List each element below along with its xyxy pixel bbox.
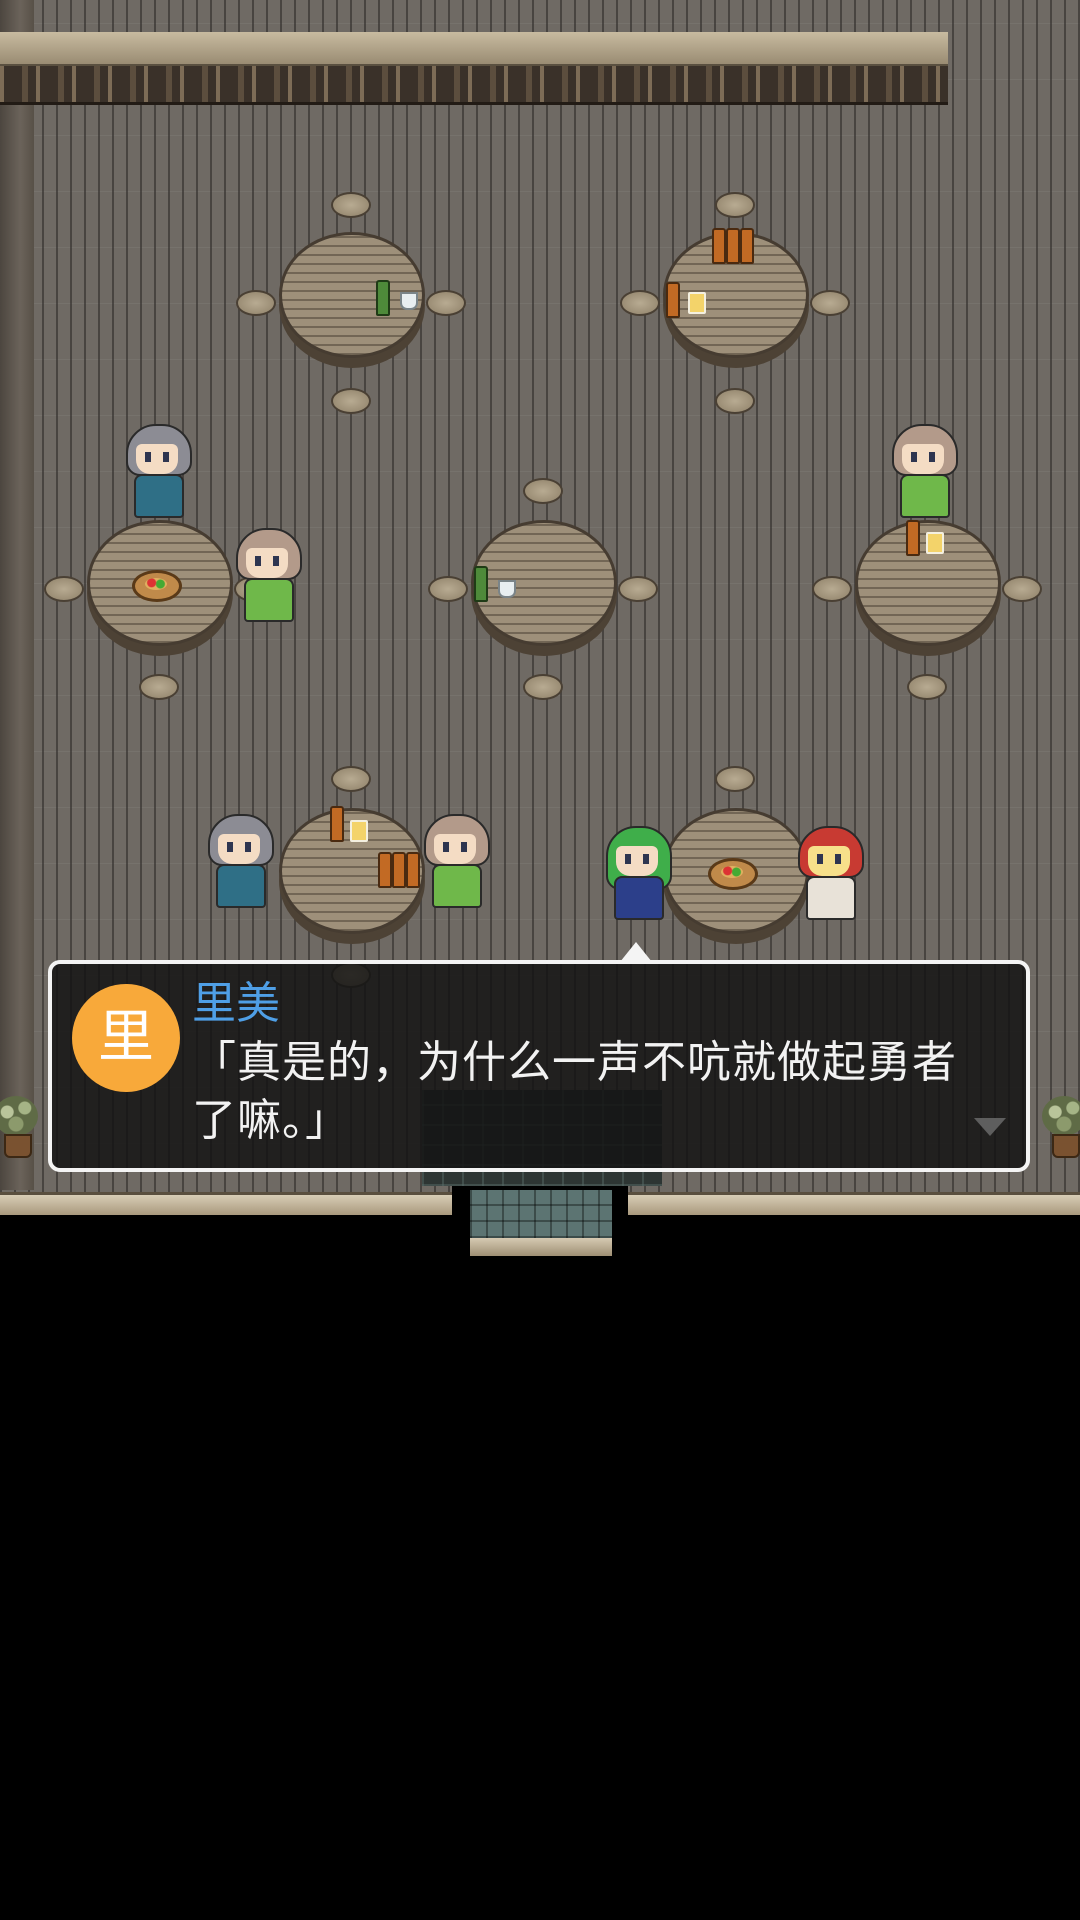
leaves xyxy=(0,1096,38,1136)
body xyxy=(134,474,184,518)
door-step xyxy=(470,1190,612,1238)
face xyxy=(136,444,178,474)
hero-green-hair[interactable] xyxy=(602,826,672,922)
bottle-icon xyxy=(906,520,920,556)
fruit-dish-icon xyxy=(132,570,182,602)
stool xyxy=(715,192,755,218)
bottle-icon xyxy=(666,282,680,318)
beer-mug-icon xyxy=(926,532,944,554)
stool xyxy=(523,478,563,504)
stool xyxy=(139,674,179,700)
stool xyxy=(810,290,850,316)
bottle-icon xyxy=(378,852,392,888)
face xyxy=(808,846,850,876)
wall-cap xyxy=(0,32,948,66)
stool xyxy=(715,388,755,414)
bottle-icon xyxy=(712,228,726,264)
next-page-arrow-icon[interactable] xyxy=(974,1118,1006,1136)
leaves xyxy=(1042,1096,1080,1136)
bottle-icon xyxy=(406,852,420,888)
round-table xyxy=(471,520,617,646)
pot xyxy=(1052,1134,1080,1158)
body xyxy=(216,864,266,908)
speaker-avatar: 里 xyxy=(72,984,180,1092)
npc-gray-hair[interactable] xyxy=(122,424,192,520)
npc-brown-hair[interactable] xyxy=(232,528,302,624)
stool xyxy=(523,674,563,700)
face xyxy=(218,834,260,864)
stool xyxy=(44,576,84,602)
face xyxy=(902,444,944,474)
bottle-icon xyxy=(392,852,406,888)
bottle-icon xyxy=(726,228,740,264)
stool xyxy=(618,576,658,602)
speech-tail-icon xyxy=(620,942,652,962)
npc-waiter[interactable] xyxy=(888,424,958,520)
stool xyxy=(715,766,755,792)
bottle-icon xyxy=(330,806,344,842)
body xyxy=(432,864,482,908)
wine-glass-icon xyxy=(400,292,418,310)
potted-plant xyxy=(0,1096,38,1158)
body xyxy=(614,876,664,920)
face xyxy=(434,834,476,864)
npc-brown-hair[interactable] xyxy=(420,814,490,910)
stool xyxy=(907,674,947,700)
stool xyxy=(620,290,660,316)
beer-mug-icon xyxy=(688,292,706,314)
stool xyxy=(1002,576,1042,602)
dialog-box[interactable]: 里 里美 「真是的，为什么一声不吭就做起勇者了嘛。」 xyxy=(48,960,1030,1172)
face xyxy=(246,548,288,578)
pot xyxy=(4,1134,32,1158)
body xyxy=(806,876,856,920)
speaker-name: 里美 xyxy=(192,978,280,1029)
face xyxy=(616,846,658,876)
body xyxy=(244,578,294,622)
rimi-red-hood[interactable] xyxy=(794,826,864,922)
fruit-dish-icon xyxy=(708,858,758,890)
stool xyxy=(812,576,852,602)
green-bottle-icon xyxy=(474,566,488,602)
stool xyxy=(331,388,371,414)
stool xyxy=(331,192,371,218)
green-bottle-icon xyxy=(376,280,390,316)
door-sill xyxy=(470,1238,612,1256)
wall-trim xyxy=(0,66,948,105)
stool xyxy=(236,290,276,316)
potted-plant xyxy=(1042,1096,1080,1158)
stool xyxy=(426,290,466,316)
bottle-icon xyxy=(740,228,754,264)
stool xyxy=(428,576,468,602)
left-wall xyxy=(0,0,34,1190)
body xyxy=(900,474,950,518)
wine-glass-icon xyxy=(498,580,516,598)
top-wall xyxy=(0,32,948,105)
beer-mug-icon xyxy=(350,820,368,842)
empty-area xyxy=(0,1260,1080,1920)
npc-gray-hair[interactable] xyxy=(204,814,274,910)
stool xyxy=(331,766,371,792)
dialog-message: 「真是的，为什么一声不吭就做起勇者了嘛。」 xyxy=(192,1037,957,1146)
